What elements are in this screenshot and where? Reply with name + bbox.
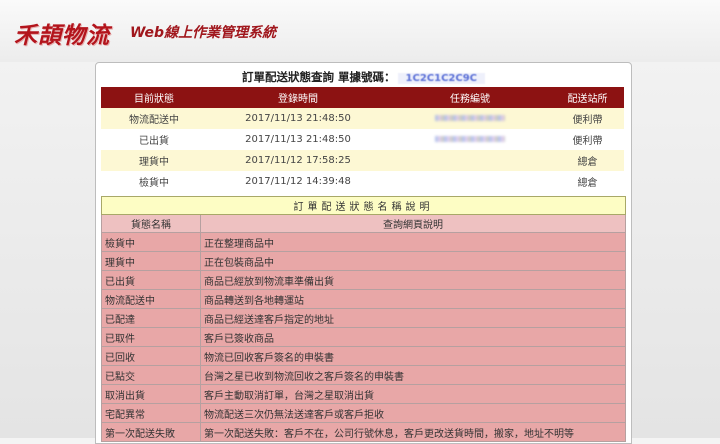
status-description: 物流已回收客戶簽名的申裝書 — [200, 346, 626, 366]
status-name: 已回收 — [101, 346, 201, 366]
time-cell: 2017/11/13 21:48:50 — [207, 108, 389, 129]
table-row: 檢貨中 2017/11/12 14:39:48 總倉 — [101, 171, 624, 192]
query-title: 訂單配送狀態查詢 單據號碼： 1C2C1C2C9C — [96, 69, 631, 85]
status-description: 商品已經放到物流車準備出貨 — [200, 270, 626, 290]
task-cell — [389, 108, 551, 129]
task-cell — [389, 129, 551, 150]
order-number: 1C2C1C2C9C — [397, 73, 485, 84]
header-bar: 禾頡物流 Web線上作業管理系統 — [0, 0, 720, 62]
table-row: 已配達 商品已經送達客戶指定的地址 — [101, 308, 626, 328]
status-description: 正在整理商品中 — [200, 232, 626, 252]
time-cell: 2017/11/13 21:48:50 — [207, 129, 389, 150]
legend-header-row: 貨態名稱 查詢網頁說明 — [101, 214, 626, 233]
station-cell: 便利帶 — [551, 108, 624, 129]
column-header: 配送站所 — [551, 87, 624, 108]
table-row: 已回收 物流已回收客戶簽名的申裝書 — [101, 346, 626, 366]
status-description: 台灣之星已收到物流回收之客戶簽名的申裝書 — [200, 365, 626, 385]
table-row: 物流配送中 商品轉送到各地轉運站 — [101, 289, 626, 309]
table-row: 物流配送中 2017/11/13 21:48:50 便利帶 — [101, 108, 624, 129]
status-description: 商品轉送到各地轉運站 — [200, 289, 626, 309]
status-name: 宅配異常 — [101, 403, 201, 423]
status-description: 物流配送三次仍無法送達客戶或客戶拒收 — [200, 403, 626, 423]
station-cell: 總倉 — [551, 171, 624, 192]
status-name: 取消出貨 — [101, 384, 201, 404]
status-name: 第一次配送失敗 — [101, 422, 201, 442]
system-title: Web線上作業管理系統 — [130, 25, 277, 41]
redacted-task-number — [435, 115, 505, 121]
status-description: 第一次配送失敗：客戶不在，公司行號休息，客戶更改送貨時間，搬家，地址不明等 — [200, 422, 626, 442]
status-description: 客戶主動取消訂單，台灣之星取消出貨 — [200, 384, 626, 404]
task-cell — [389, 171, 551, 192]
table-row: 已取件 客戶已簽收商品 — [101, 327, 626, 347]
status-description: 正在包裝商品中 — [200, 251, 626, 271]
redacted-task-number — [435, 136, 505, 142]
status-name: 檢貨中 — [101, 232, 201, 252]
query-title-text: 訂單配送狀態查詢 單據號碼： — [242, 70, 396, 84]
table-row: 已出貨 商品已經放到物流車準備出貨 — [101, 270, 626, 290]
table-row: 已點交 台灣之星已收到物流回收之客戶簽名的申裝書 — [101, 365, 626, 385]
status-description: 商品已經送達客戶指定的地址 — [200, 308, 626, 328]
table-row: 取消出貨 客戶主動取消訂單，台灣之星取消出貨 — [101, 384, 626, 404]
time-cell: 2017/11/12 14:39:48 — [207, 171, 389, 192]
company-logo: 禾頡物流 — [14, 22, 110, 49]
table-row: 第一次配送失敗 第一次配送失敗：客戶不在，公司行號休息，客戶更改送貨時間，搬家，地… — [101, 422, 626, 442]
status-cell: 檢貨中 — [101, 171, 207, 192]
column-header: 查詢網頁說明 — [200, 214, 626, 233]
legend-table: 訂單配送狀態名稱說明 貨態名稱 查詢網頁說明 檢貨中 正在整理商品中 理貨中 正在包… — [101, 196, 626, 442]
column-header: 登錄時間 — [207, 87, 389, 108]
task-cell — [389, 150, 551, 171]
status-cell: 理貨中 — [101, 150, 207, 171]
status-cell: 物流配送中 — [101, 108, 207, 129]
status-description: 客戶已簽收商品 — [200, 327, 626, 347]
table-row: 已出貨 2017/11/13 21:48:50 便利帶 — [101, 129, 624, 150]
content-panel: 訂單配送狀態查詢 單據號碼： 1C2C1C2C9C 目前狀態 登錄時間 任務編號 … — [95, 62, 632, 444]
status-name: 已取件 — [101, 327, 201, 347]
status-name: 已出貨 — [101, 270, 201, 290]
column-header: 任務編號 — [389, 87, 551, 108]
legend-caption-row: 訂單配送狀態名稱說明 — [101, 196, 626, 215]
status-name: 物流配送中 — [101, 289, 201, 309]
status-table-header: 目前狀態 登錄時間 任務編號 配送站所 — [101, 87, 624, 108]
table-row: 理貨中 正在包裝商品中 — [101, 251, 626, 271]
legend-caption: 訂單配送狀態名稱說明 — [101, 196, 626, 215]
column-header: 目前狀態 — [101, 87, 207, 108]
status-table: 目前狀態 登錄時間 任務編號 配送站所 物流配送中 2017/11/13 21:… — [101, 87, 624, 192]
table-row: 理貨中 2017/11/12 17:58:25 總倉 — [101, 150, 624, 171]
station-cell: 便利帶 — [551, 129, 624, 150]
column-header: 貨態名稱 — [101, 214, 201, 233]
table-row: 宅配異常 物流配送三次仍無法送達客戶或客戶拒收 — [101, 403, 626, 423]
status-name: 已配達 — [101, 308, 201, 328]
status-name: 已點交 — [101, 365, 201, 385]
status-name: 理貨中 — [101, 251, 201, 271]
status-cell: 已出貨 — [101, 129, 207, 150]
table-row: 檢貨中 正在整理商品中 — [101, 232, 626, 252]
time-cell: 2017/11/12 17:58:25 — [207, 150, 389, 171]
station-cell: 總倉 — [551, 150, 624, 171]
